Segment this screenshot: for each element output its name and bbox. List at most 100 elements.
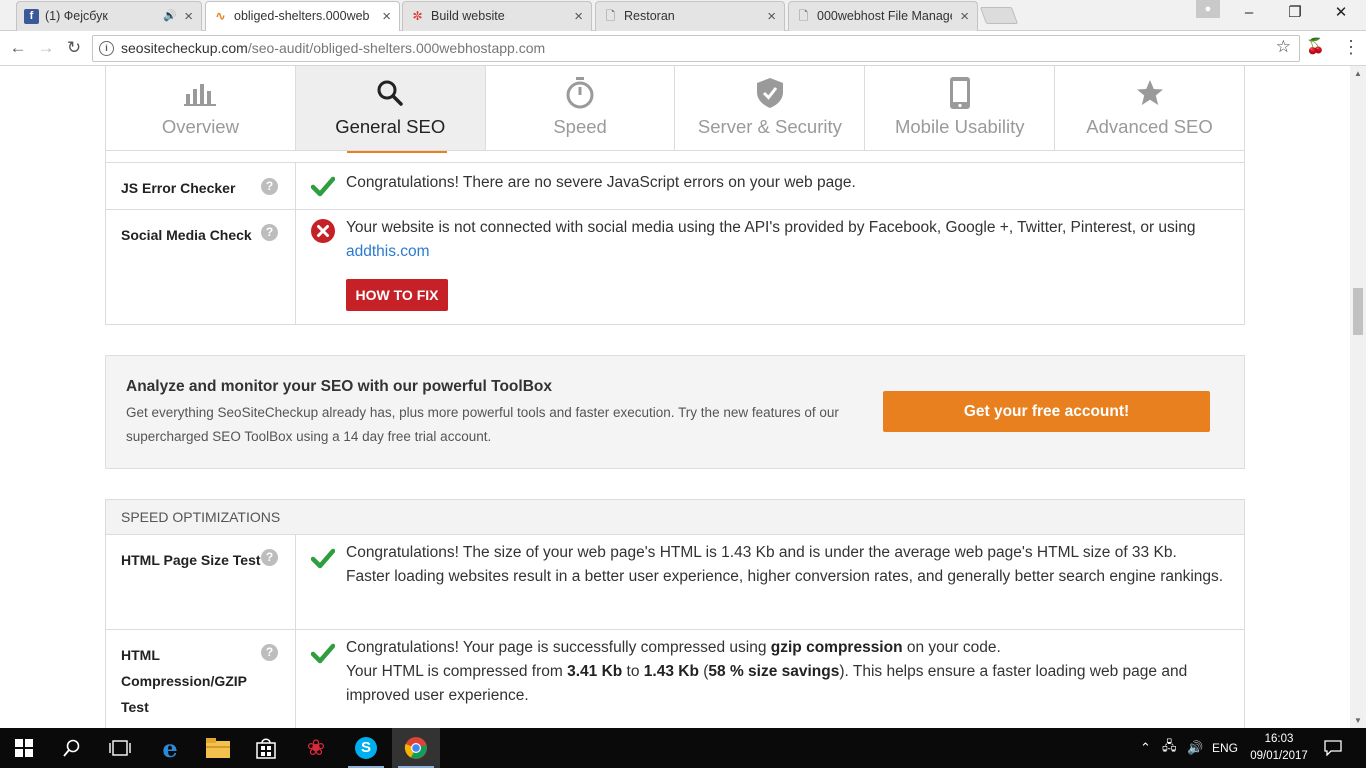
close-tab-icon[interactable]: ×: [767, 2, 776, 31]
browser-tab-restoran[interactable]: 🗋 Restoran ×: [595, 1, 785, 31]
new-tab-button[interactable]: [979, 7, 1019, 24]
browser-tab-strip: f (1) Фејсбук 🔊 × ∿ obliged-shelters.000…: [0, 0, 1366, 32]
url-path: /seo-audit/obliged-shelters.000webhostap…: [247, 40, 546, 56]
page-viewport: Overview General SEO Speed Server & Secu…: [0, 66, 1350, 728]
check-label-text: HTML Compression/GZIP Test: [121, 647, 247, 715]
file-explorer-icon[interactable]: [194, 728, 242, 768]
browser-toolbar: ← → ↻ i seositecheckup.com/seo-audit/obl…: [0, 31, 1366, 66]
check-message: Congratulations! There are no severe Jav…: [346, 174, 856, 191]
help-icon[interactable]: ?: [261, 178, 278, 195]
notifications-icon[interactable]: [1324, 728, 1342, 768]
pass-check-icon: [310, 641, 336, 665]
back-arrow-icon[interactable]: ←: [6, 36, 30, 60]
browser-tab-build-website[interactable]: ✼ Build website ×: [402, 1, 592, 31]
info-icon[interactable]: i: [99, 41, 114, 56]
pulse-icon: ∿: [215, 9, 226, 23]
clock-time: 16:03: [1264, 733, 1294, 745]
search-icon: [296, 76, 485, 110]
close-tab-icon[interactable]: ×: [184, 2, 193, 31]
category-general-seo[interactable]: General SEO: [295, 66, 486, 150]
task-view-icon[interactable]: [96, 728, 144, 768]
reload-icon[interactable]: ↻: [62, 36, 86, 60]
tab-title: (1) Фејсбук: [45, 9, 108, 23]
text: on your code.: [902, 639, 1001, 656]
category-label: Speed: [553, 116, 607, 137]
compression-line-1: Congratulations! Your page is successful…: [346, 636, 1224, 660]
minimize-icon[interactable]: –: [1226, 0, 1272, 28]
compression-line-2: Your HTML is compressed from 3.41 Kb to …: [346, 660, 1224, 708]
browser-tab-facebook[interactable]: f (1) Фејсбук 🔊 ×: [16, 1, 202, 31]
skype-icon[interactable]: S: [342, 728, 390, 768]
close-tab-icon[interactable]: ×: [382, 2, 391, 31]
pass-check-icon: [310, 546, 336, 570]
size-savings: 58 % size savings: [708, 663, 840, 680]
scroll-up-arrow-icon[interactable]: ▲: [1354, 69, 1362, 78]
scroll-down-arrow-icon[interactable]: ▼: [1354, 716, 1362, 725]
promo-description: Get everything SeoSiteCheckup already ha…: [126, 405, 839, 444]
text: to: [622, 663, 644, 680]
category-speed[interactable]: Speed: [486, 66, 676, 150]
language-indicator[interactable]: ENG: [1212, 728, 1238, 768]
help-icon[interactable]: ?: [261, 549, 278, 566]
close-tab-icon[interactable]: ×: [960, 2, 969, 31]
speaker-icon[interactable]: 🔊: [163, 2, 177, 31]
game-app-icon[interactable]: ❀: [292, 728, 340, 768]
help-icon[interactable]: ?: [261, 224, 278, 241]
browser-tab-file-manager[interactable]: 🗋 000webhost File Manage ×: [788, 1, 978, 31]
shield-icon: [675, 76, 864, 110]
menu-icon[interactable]: ⋮: [1342, 36, 1360, 58]
pass-check-icon: [310, 174, 336, 198]
page-scrollbar[interactable]: ▲ ▼: [1350, 66, 1366, 728]
gzip-label: gzip compression: [770, 639, 903, 656]
category-advanced-seo[interactable]: Advanced SEO: [1055, 66, 1244, 150]
fail-x-icon: [311, 219, 335, 243]
edge-icon[interactable]: e: [146, 728, 194, 768]
original-size: 3.41 Kb: [567, 663, 623, 680]
taskbar-clock[interactable]: 16:03 09/01/2017: [1246, 731, 1312, 765]
get-free-account-button[interactable]: Get your free account!: [883, 391, 1210, 432]
close-tab-icon[interactable]: ×: [574, 2, 583, 31]
page-icon: 🗋: [605, 9, 616, 23]
check-row-html-compression: HTML Compression/GZIP Test ? Congratulat…: [106, 629, 1244, 728]
speed-optimizations-section: SPEED OPTIMIZATIONS HTML Page Size Test …: [105, 499, 1245, 728]
check-row-js-error: JS Error Checker ? Congratulations! Ther…: [106, 162, 1244, 209]
compressed-size: 1.43 Kb: [643, 663, 699, 680]
help-icon[interactable]: ?: [261, 644, 278, 661]
category-overview[interactable]: Overview: [106, 66, 296, 150]
bar-chart-icon: [106, 76, 295, 110]
addthis-link[interactable]: addthis.com: [346, 243, 430, 260]
windows-start-icon[interactable]: [0, 728, 48, 768]
category-server-security[interactable]: Server & Security: [675, 66, 866, 150]
page-icon: 🗋: [798, 9, 809, 23]
cherry-extension-icon[interactable]: 🍒: [1306, 37, 1325, 55]
how-to-fix-button[interactable]: HOW TO FIX: [346, 279, 448, 311]
search-icon[interactable]: [48, 728, 96, 768]
volume-icon[interactable]: 🔊: [1187, 728, 1203, 768]
promo-title: Analyze and monitor your SEO with our po…: [126, 378, 552, 395]
facebook-icon: f: [24, 9, 39, 24]
category-label: Advanced SEO: [1086, 116, 1213, 137]
store-icon[interactable]: [242, 728, 290, 768]
browser-tab-seo-audit[interactable]: ∿ obliged-shelters.000webh ×: [205, 1, 400, 32]
tab-title: Build website: [431, 9, 505, 23]
toolbox-promo: Analyze and monitor your SEO with our po…: [105, 355, 1245, 469]
show-hidden-icons-chevron-icon[interactable]: ⌃: [1140, 728, 1151, 768]
clock-date: 09/01/2017: [1250, 750, 1308, 762]
chrome-icon[interactable]: [392, 728, 440, 768]
address-bar[interactable]: i seositecheckup.com/seo-audit/obliged-s…: [92, 35, 1300, 62]
close-window-icon[interactable]: ✕: [1318, 0, 1364, 28]
bookmark-star-icon[interactable]: ☆: [1276, 37, 1291, 57]
profile-icon[interactable]: ●: [1196, 0, 1220, 18]
phone-icon: [865, 76, 1054, 110]
text: Congratulations! Your page is successful…: [346, 639, 771, 656]
scrollbar-thumb[interactable]: [1353, 288, 1363, 335]
tab-title: obliged-shelters.000webh: [234, 9, 369, 23]
text: Your HTML is compressed from: [346, 663, 568, 680]
network-icon[interactable]: 🖧: [1162, 728, 1177, 768]
check-row-html-page-size: HTML Page Size Test ? Congratulations! T…: [106, 534, 1244, 629]
check-message: Congratulations! The size of your web pa…: [346, 544, 1224, 585]
check-label-text: HTML Page Size Test: [121, 552, 261, 568]
category-mobile-usability[interactable]: Mobile Usability: [865, 66, 1056, 150]
restore-icon[interactable]: ❐: [1272, 0, 1318, 28]
forward-arrow-icon[interactable]: →: [34, 36, 58, 60]
